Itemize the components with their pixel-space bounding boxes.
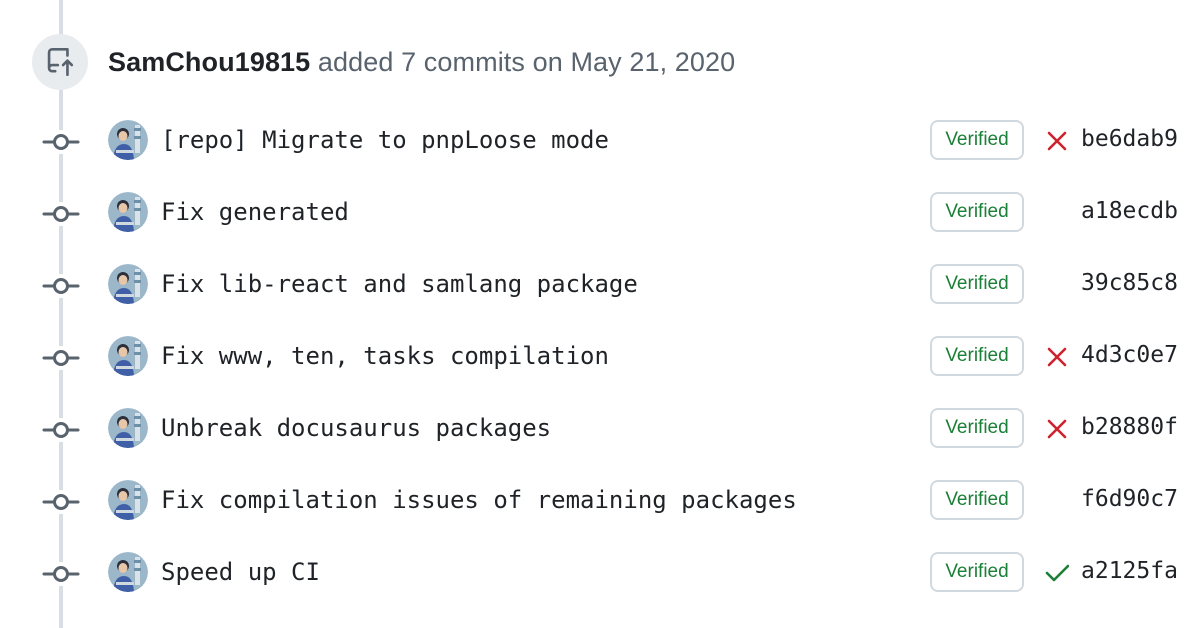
verified-badge[interactable]: Verified: [930, 120, 1024, 160]
verified-badge[interactable]: Verified: [930, 336, 1024, 376]
commit-row: Fix lib-react and samlang package Verifie…: [0, 264, 1194, 308]
commit-message-link[interactable]: [repo] Migrate to pnpLoose mode: [161, 126, 609, 154]
commit-sha-link[interactable]: 39c85c8: [1081, 270, 1178, 296]
verified-badge[interactable]: Verified: [930, 264, 1024, 304]
git-commit-icon: [42, 418, 80, 442]
commit-message-link[interactable]: Fix compilation issues of remaining pack…: [161, 486, 797, 514]
git-commit-icon: [42, 274, 80, 298]
verified-badge[interactable]: Verified: [930, 480, 1024, 520]
commit-row: [repo] Migrate to pnpLoose mode Verified b…: [0, 120, 1194, 164]
git-commit-icon: [42, 202, 80, 226]
avatar[interactable]: [108, 480, 148, 520]
commit-sha-link[interactable]: a2125fa: [1081, 558, 1178, 584]
git-commit-icon: [42, 490, 80, 514]
avatar[interactable]: [108, 336, 148, 376]
commit-row: Fix compilation issues of remaining pack…: [0, 480, 1194, 524]
avatar[interactable]: [108, 264, 148, 304]
commit-message-link[interactable]: Speed up CI: [161, 558, 320, 586]
avatar[interactable]: [108, 120, 148, 160]
git-commit-icon: [42, 130, 80, 154]
verified-badge[interactable]: Verified: [930, 552, 1024, 592]
git-commit-icon: [42, 346, 80, 370]
verified-badge[interactable]: Verified: [930, 192, 1024, 232]
git-commit-icon: [42, 562, 80, 586]
verified-badge[interactable]: Verified: [930, 408, 1024, 448]
commit-row: Speed up CI Verified a2125fa: [0, 552, 1194, 596]
event-description: SamChou19815 added 7 commits on May 21, …: [108, 47, 735, 78]
x-icon[interactable]: [1045, 129, 1069, 153]
push-event-header: SamChou19815 added 7 commits on May 21, …: [32, 34, 735, 90]
commit-row: Unbreak docusaurus packages Verified b2888…: [0, 408, 1194, 452]
commit-message-link[interactable]: Unbreak docusaurus packages: [161, 414, 551, 442]
avatar[interactable]: [108, 192, 148, 232]
commit-message-link[interactable]: Fix generated: [161, 198, 349, 226]
commit-message-link[interactable]: Fix www, ten, tasks compilation: [161, 342, 609, 370]
avatar[interactable]: [108, 552, 148, 592]
x-icon[interactable]: [1045, 345, 1069, 369]
commit-sha-link[interactable]: 4d3c0e7: [1081, 342, 1178, 368]
timeline-line: [59, 0, 63, 628]
commit-row: Fix generated Verified a18ecdb: [0, 192, 1194, 236]
commit-sha-link[interactable]: a18ecdb: [1081, 198, 1178, 224]
event-action-text: added 7 commits on May 21, 2020: [317, 46, 736, 77]
repo-push-icon: [32, 34, 88, 90]
commit-sha-link[interactable]: f6d90c7: [1081, 486, 1178, 512]
commit-sha-link[interactable]: b28880f: [1081, 414, 1178, 440]
commit-row: Fix www, ten, tasks compilation Verified 4…: [0, 336, 1194, 380]
author-link[interactable]: SamChou19815: [108, 47, 310, 77]
commit-sha-link[interactable]: be6dab9: [1081, 126, 1178, 152]
x-icon[interactable]: [1045, 417, 1069, 441]
commit-message-link[interactable]: Fix lib-react and samlang package: [161, 270, 638, 298]
check-icon[interactable]: [1045, 561, 1070, 585]
avatar[interactable]: [108, 408, 148, 448]
